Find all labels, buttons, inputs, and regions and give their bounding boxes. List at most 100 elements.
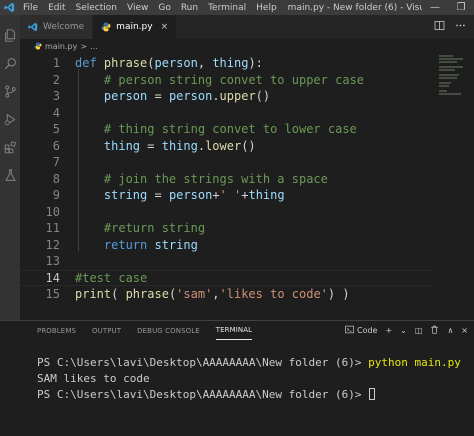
search-icon[interactable] bbox=[0, 49, 20, 77]
menu-item-view[interactable]: View bbox=[122, 3, 153, 13]
python-file-icon bbox=[101, 22, 111, 32]
code-line[interactable]: 2 # person string convet to upper case bbox=[20, 72, 433, 89]
breadcrumb-file[interactable]: main.py bbox=[45, 42, 77, 51]
code-line[interactable]: 6 thing = thing.lower() bbox=[20, 138, 433, 155]
minimap-line bbox=[439, 66, 463, 68]
code-token: phrase bbox=[103, 56, 148, 71]
maximize-panel-icon[interactable]: ∧ bbox=[447, 326, 453, 335]
code-token: thing bbox=[212, 56, 249, 71]
menu-bar: File Edit Selection View Go Run Terminal Help bbox=[18, 3, 282, 13]
code-line[interactable]: 13 bbox=[20, 253, 433, 270]
minimap[interactable] bbox=[433, 53, 474, 320]
bottom-panel: PROBLEMS OUTPUT DEBUG CONSOLE TERMINAL C… bbox=[0, 320, 474, 436]
testing-icon[interactable] bbox=[0, 161, 20, 189]
code-token: # person string convet to upper case bbox=[103, 72, 364, 87]
extensions-icon[interactable] bbox=[0, 133, 20, 161]
code-token: ): bbox=[248, 56, 263, 71]
code-line[interactable]: 10 bbox=[20, 204, 433, 221]
code-token: print bbox=[75, 287, 112, 302]
menu-item-edit[interactable]: Edit bbox=[43, 3, 70, 13]
close-panel-icon[interactable]: × bbox=[461, 326, 468, 335]
more-actions-icon[interactable] bbox=[455, 20, 466, 34]
code-text: print( phrase('sam','likes to code') ) bbox=[75, 287, 350, 301]
code-token: thing bbox=[248, 188, 285, 203]
code-text: #return string bbox=[75, 221, 205, 235]
code-token: string bbox=[154, 237, 198, 252]
line-number: 11 bbox=[45, 221, 60, 236]
code-text: # join the strings with a space bbox=[75, 172, 328, 186]
code-token: phrase bbox=[125, 287, 169, 302]
source-control-icon[interactable] bbox=[0, 77, 20, 105]
minimap-line bbox=[439, 58, 463, 60]
code-line[interactable]: 15 print( phrase('sam','likes to code') ) bbox=[20, 286, 433, 303]
restore-button[interactable]: ❐ bbox=[448, 0, 474, 15]
line-number: 14 bbox=[45, 270, 60, 285]
code-text: # thing string convet to lower case bbox=[75, 122, 357, 136]
code-token: = bbox=[147, 89, 169, 104]
tab-terminal[interactable]: TERMINAL bbox=[215, 321, 253, 340]
breadcrumb-more[interactable]: ... bbox=[90, 42, 98, 51]
tab-debug-console[interactable]: DEBUG CONSOLE bbox=[137, 321, 200, 340]
minimap-line bbox=[439, 61, 457, 63]
menu-item-file[interactable]: File bbox=[18, 3, 43, 13]
menu-item-run[interactable]: Run bbox=[176, 3, 203, 13]
code-token: 'likes to code' bbox=[219, 287, 328, 302]
code-line[interactable]: 14 #test case bbox=[20, 269, 433, 286]
files-icon[interactable] bbox=[0, 21, 20, 49]
code-line[interactable]: 9 string = person+' '+thing bbox=[20, 187, 433, 204]
line-number: 10 bbox=[45, 204, 60, 219]
code-token: def bbox=[75, 56, 104, 71]
code-token: () bbox=[255, 89, 271, 104]
code-token: + bbox=[212, 188, 220, 203]
menu-item-help[interactable]: Help bbox=[251, 3, 282, 13]
code-line[interactable]: 8 # join the strings with a space bbox=[20, 171, 433, 188]
code-token: string bbox=[103, 188, 148, 203]
code-line[interactable]: 7 bbox=[20, 154, 433, 171]
terminal-output[interactable]: PS C:\Users\lavi\Desktop\AAAAAAAA\New fo… bbox=[37, 354, 461, 402]
breadcrumb-separator: > bbox=[80, 41, 88, 51]
terminal-cursor bbox=[369, 388, 376, 400]
minimize-button[interactable]: — bbox=[422, 0, 448, 15]
tab-problems[interactable]: PROBLEMS bbox=[37, 321, 76, 340]
code-line[interactable]: 11 #return string bbox=[20, 220, 433, 237]
split-terminal-icon[interactable]: ◫ bbox=[415, 326, 423, 335]
code-token: 'sam' bbox=[176, 287, 213, 302]
code-line[interactable]: 12 return string bbox=[20, 237, 433, 254]
split-editor-icon[interactable] bbox=[434, 20, 445, 34]
line-number: 9 bbox=[52, 188, 60, 203]
line-number: 8 bbox=[52, 171, 60, 186]
chevron-down-icon[interactable]: ⌄ bbox=[400, 326, 407, 335]
code-token: person bbox=[103, 89, 148, 104]
menu-item-selection[interactable]: Selection bbox=[71, 3, 122, 13]
menu-item-go[interactable]: Go bbox=[153, 3, 175, 13]
tab-welcome[interactable]: Welcome bbox=[20, 15, 94, 39]
minimap-line bbox=[439, 74, 459, 76]
code-line[interactable]: 1 def phrase(person, thing): bbox=[20, 55, 433, 72]
terminal-selector[interactable]: Code bbox=[345, 325, 377, 336]
terminal-prompt: PS C:\Users\lavi\Desktop\AAAAAAAA\New fo… bbox=[37, 387, 369, 401]
code-editor[interactable]: 1 def phrase(person, thing): 2 # person st… bbox=[20, 53, 433, 320]
line-number: 13 bbox=[45, 254, 60, 269]
code-line[interactable]: 3 person = person.upper() bbox=[20, 88, 433, 105]
code-token: #test case bbox=[75, 270, 148, 285]
code-token: , bbox=[197, 56, 213, 71]
run-debug-icon[interactable] bbox=[0, 105, 20, 133]
line-number: 4 bbox=[52, 105, 60, 120]
line-number: 15 bbox=[45, 287, 60, 302]
code-line[interactable]: 4 bbox=[20, 105, 433, 122]
tab-output[interactable]: OUTPUT bbox=[92, 321, 121, 340]
code-token: person bbox=[154, 56, 198, 71]
tab-main-py[interactable]: main.py × bbox=[93, 15, 178, 39]
line-number: 7 bbox=[52, 155, 60, 170]
code-token: upper bbox=[219, 89, 256, 104]
close-tab-icon[interactable]: × bbox=[161, 22, 169, 32]
code-token: return bbox=[103, 237, 155, 252]
code-text: thing = thing.lower() bbox=[75, 139, 256, 153]
code-line[interactable]: 5 # thing string convet to lower case bbox=[20, 121, 433, 138]
trash-icon[interactable] bbox=[430, 325, 439, 336]
code-token: thing bbox=[103, 138, 141, 153]
new-terminal-icon[interactable]: + bbox=[385, 326, 392, 335]
menu-item-terminal[interactable]: Terminal bbox=[203, 3, 251, 13]
